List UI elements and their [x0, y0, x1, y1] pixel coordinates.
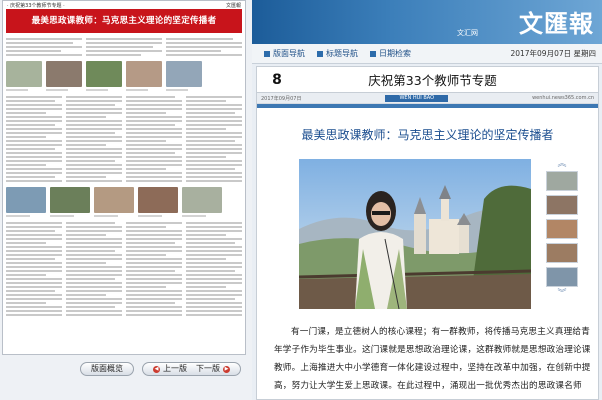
thumbnail-photo [126, 61, 162, 87]
nav-date-search-label: 日期检索 [379, 49, 411, 58]
site-logo[interactable]: 文匯報 [519, 4, 594, 39]
thumbnail-photo [6, 61, 42, 87]
overview-button[interactable]: 版面概览 [80, 362, 134, 376]
page-title: 庆祝第33个教师节专题 [368, 73, 497, 88]
photo-thumbnail[interactable] [546, 171, 578, 191]
nav-square-icon [317, 50, 323, 57]
thumbnail-photo [6, 187, 46, 213]
prev-arrow-icon: ◀ [153, 365, 160, 373]
nav-title-label: 标题导航 [326, 49, 358, 58]
photo-teacher-castle [299, 159, 531, 309]
page-thumbnail[interactable]: · 庆祝第33个教师节专题 · 文匯報 最美思政课教师：马克思主义理论的坚定传播… [2, 0, 246, 355]
thumbnail-brand: 文匯報 [225, 3, 241, 9]
thumbnail-page-label: · 庆祝第33个教师节专题 · [7, 3, 65, 9]
thumbnail-photo [138, 187, 178, 213]
page-number: 8 [272, 71, 282, 88]
photo-thumbnail[interactable] [546, 243, 578, 263]
thumbnail-photo [182, 187, 222, 213]
thumbnail-photo [50, 187, 90, 213]
overview-button-label: 版面概览 [91, 364, 123, 373]
nav-layout-button[interactable]: 版面导航 [264, 48, 305, 59]
down-arrow-icon[interactable]: ︾ [557, 289, 566, 299]
thumbnail-photo [86, 61, 122, 87]
up-arrow-icon[interactable]: ︽ [557, 159, 566, 169]
page-nav-buttons: 版面概览 ◀ 上一版 下一版 ▶ [80, 362, 241, 376]
site-header: 文汇网 文匯報 [252, 0, 602, 44]
nav-square-icon [370, 50, 376, 57]
nav-title-button[interactable]: 标题导航 [317, 48, 358, 59]
photo-thumbnail[interactable] [546, 267, 578, 287]
page-root: · 庆祝第33个教师节专题 · 文匯報 最美思政课教师：马克思主义理论的坚定传播… [0, 0, 602, 400]
photo-thumbnail[interactable] [546, 195, 578, 215]
main-photo[interactable] [299, 159, 531, 309]
site-tag[interactable]: 文汇网 [457, 28, 478, 38]
thumbnail-photo-row [6, 61, 242, 91]
page-ribbon: 2017年09月07日 WEN HUI BAO wenhui.news365.c… [257, 93, 598, 104]
ribbon-divider [257, 104, 598, 108]
photo-thumbnail[interactable] [546, 219, 578, 239]
page-heading: 8 庆祝第33个教师节专题 [257, 67, 598, 93]
prev-page-button[interactable]: ◀ 上一版 下一版 ▶ [142, 362, 241, 376]
current-date: 2017年09月07日 星期四 [510, 49, 596, 58]
nav-bar: 版面导航 标题导航 日期检索 2017年09月07日 星期四 [252, 44, 602, 64]
next-page-label[interactable]: 下一版 [196, 363, 220, 375]
ribbon-mid: WEN HUI BAO [385, 94, 449, 102]
photo-thumbnail-strip: ︽ ︾ [538, 159, 586, 309]
nav-layout-label: 版面导航 [273, 49, 305, 58]
thumbnail-photo [166, 61, 202, 87]
nav-square-icon [264, 50, 270, 57]
thumbnail-photo [46, 61, 82, 87]
prev-page-label: 上一版 [163, 364, 187, 373]
thumbnail-photo-row [6, 187, 242, 217]
next-arrow-icon[interactable]: ▶ [223, 365, 230, 373]
thumbnail-banner: 最美思政课教师：马克思主义理论的坚定传播者 [6, 9, 242, 33]
thumbnail-header: · 庆祝第33个教师节专题 · 文匯報 [3, 1, 245, 9]
page-thumbnail-panel: · 庆祝第33个教师节专题 · 文匯報 最美思政课教师：马克思主义理论的坚定传播… [0, 0, 252, 400]
ribbon-left: 2017年09月07日 [261, 95, 302, 102]
article-title: 最美思政课教师：马克思主义理论的坚定传播者 [301, 128, 554, 142]
thumbnail-photo [94, 187, 134, 213]
article-body: 有一门课，是立德树人的核心课程；有一群教师，将传播马克思主义真理给青年学子作为毕… [274, 327, 591, 391]
nav-date-search-button[interactable]: 日期检索 [370, 48, 411, 59]
ribbon-right: wenhui.news365.com.cn [532, 95, 594, 101]
thumbnail-body [6, 36, 242, 318]
